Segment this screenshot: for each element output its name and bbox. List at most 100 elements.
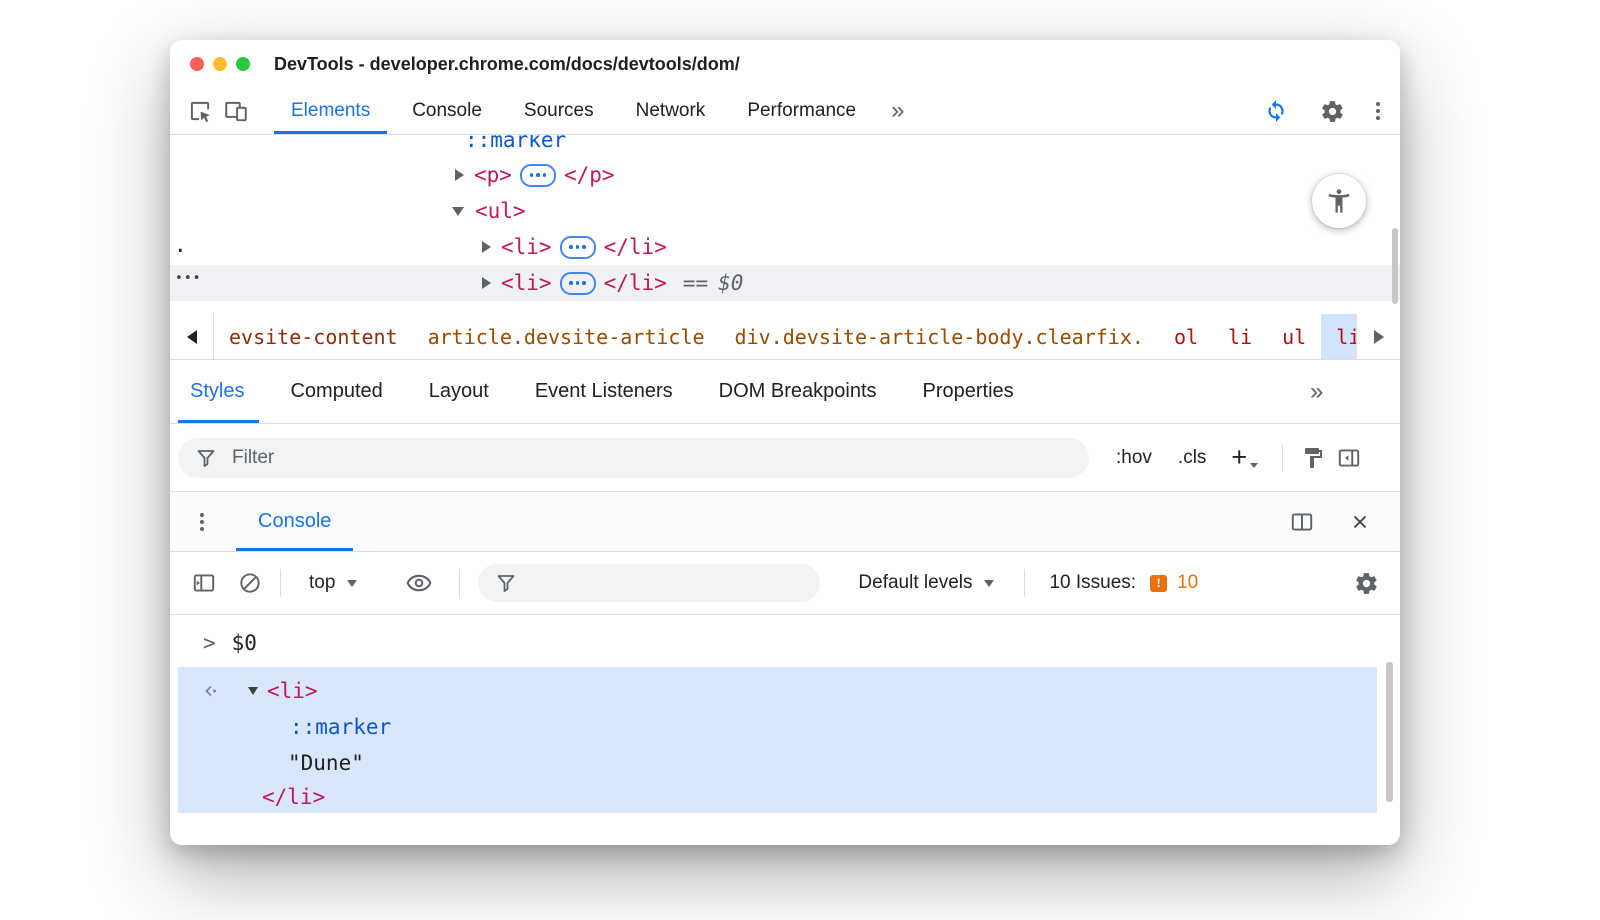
show-console-sidebar-button[interactable] bbox=[186, 565, 222, 601]
settings-button[interactable] bbox=[1314, 94, 1350, 128]
rendering-emulation-button[interactable] bbox=[1295, 440, 1331, 476]
scroll-left-icon bbox=[187, 330, 197, 344]
tab-console-drawer[interactable]: Console bbox=[258, 492, 331, 551]
text-node-value: "Dune" bbox=[288, 751, 364, 775]
toggle-screencast-button[interactable] bbox=[1258, 94, 1294, 128]
divider bbox=[459, 569, 460, 597]
console-filter-field[interactable] bbox=[478, 564, 820, 602]
tab-computed[interactable]: Computed bbox=[267, 360, 405, 423]
log-levels-label: Default levels bbox=[858, 572, 972, 594]
breadcrumb-item[interactable]: div.devsite-article-body.clearfix. bbox=[720, 314, 1159, 359]
console-settings-button[interactable] bbox=[1348, 565, 1384, 601]
result-row-text[interactable]: "Dune" bbox=[178, 745, 1377, 781]
tree-row-li-1[interactable]: <li> </li> bbox=[170, 229, 1400, 265]
accessibility-widget-button[interactable] bbox=[1312, 174, 1366, 228]
elements-scrollbar[interactable] bbox=[1392, 228, 1398, 304]
device-toolbar-button[interactable] bbox=[218, 94, 254, 128]
tab-performance[interactable]: Performance bbox=[726, 88, 877, 134]
clear-console-button[interactable] bbox=[232, 565, 268, 601]
tree-row-marker[interactable]: ::marker bbox=[170, 135, 1400, 158]
inline-ellipsis-button[interactable] bbox=[560, 272, 596, 295]
tree-row-ul[interactable]: <ul> bbox=[170, 193, 1400, 229]
inspect-cursor-icon bbox=[187, 98, 213, 124]
console-messages-area: > $0 <li> ::marker "Dune" </ bbox=[170, 615, 1400, 845]
tab-layout[interactable]: Layout bbox=[406, 360, 512, 423]
tab-network[interactable]: Network bbox=[615, 88, 727, 134]
result-row-marker[interactable]: ::marker bbox=[178, 709, 1377, 745]
toggle-sidebar-button[interactable] bbox=[1331, 440, 1367, 476]
device-toolbar-icon bbox=[223, 98, 249, 124]
breadcrumb-item-selected[interactable]: li bbox=[1321, 314, 1356, 359]
fullscreen-window-button[interactable] bbox=[236, 57, 250, 71]
styles-filter-bar: :hov .cls + bbox=[170, 424, 1400, 492]
expand-arrow-icon[interactable] bbox=[482, 277, 491, 289]
minimize-window-button[interactable] bbox=[213, 57, 227, 71]
result-row-li-open[interactable]: <li> bbox=[178, 673, 1377, 709]
main-menu-kebab-icon[interactable] bbox=[1376, 109, 1380, 113]
collapse-arrow-icon[interactable] bbox=[248, 687, 258, 695]
tab-event-listeners[interactable]: Event Listeners bbox=[512, 360, 696, 423]
scroll-right-icon bbox=[1374, 330, 1384, 344]
breadcrumb-scroll-left-button[interactable] bbox=[170, 314, 214, 359]
split-panel-icon bbox=[1289, 509, 1315, 535]
gear-icon bbox=[1354, 571, 1379, 596]
drawer-menu-kebab-icon[interactable] bbox=[200, 520, 204, 524]
console-prompt-chevron: > bbox=[203, 631, 216, 655]
li-open-tag: <li> bbox=[501, 235, 552, 259]
paint-roller-icon bbox=[1301, 446, 1325, 470]
tab-styles[interactable]: Styles bbox=[170, 360, 267, 423]
filter-funnel-icon bbox=[194, 446, 218, 470]
expand-arrow-icon[interactable] bbox=[482, 241, 491, 253]
context-label: top bbox=[309, 572, 335, 594]
elements-tree-panel: ::marker <p> </p> <ul> <li> </li> <li> <… bbox=[170, 135, 1400, 314]
console-filter-input[interactable] bbox=[518, 571, 804, 595]
tab-properties[interactable]: Properties bbox=[900, 360, 1037, 423]
console-sidebar-icon bbox=[191, 570, 217, 596]
tab-sources[interactable]: Sources bbox=[503, 88, 615, 134]
log-levels-dropdown[interactable]: Default levels bbox=[840, 572, 1012, 594]
chevron-down-icon bbox=[347, 580, 357, 587]
tab-dom-breakpoints[interactable]: DOM Breakpoints bbox=[696, 360, 900, 423]
drawer-header-controls bbox=[1284, 492, 1400, 551]
breadcrumb-item[interactable]: ul bbox=[1267, 314, 1321, 359]
breadcrumb-bar: evsite-content article.devsite-article d… bbox=[170, 314, 1400, 360]
more-panels-button[interactable]: » bbox=[877, 97, 918, 125]
styles-filter-input[interactable] bbox=[230, 446, 1073, 470]
collapse-arrow-icon[interactable] bbox=[452, 207, 464, 216]
console-context-selector[interactable]: top bbox=[293, 572, 373, 594]
console-scrollbar[interactable] bbox=[1386, 662, 1393, 802]
p-open-tag: <p> bbox=[474, 163, 512, 187]
breadcrumb-item[interactable]: ol bbox=[1159, 314, 1213, 359]
console-history-entry[interactable]: > $0 bbox=[203, 625, 257, 661]
breadcrumb-list: evsite-content article.devsite-article d… bbox=[214, 314, 1356, 359]
split-panel-button[interactable] bbox=[1284, 504, 1320, 540]
breadcrumb-item[interactable]: li bbox=[1213, 314, 1267, 359]
styles-panel-tabs: Styles Computed Layout Event Listeners D… bbox=[170, 360, 1400, 424]
marker-pseudo-node[interactable]: ::marker bbox=[465, 135, 566, 152]
issues-counter-button[interactable]: 10 Issues: ! 10 bbox=[1037, 572, 1210, 594]
tab-elements[interactable]: Elements bbox=[270, 88, 391, 134]
close-window-button[interactable] bbox=[190, 57, 204, 71]
inline-ellipsis-button[interactable] bbox=[560, 236, 596, 259]
breadcrumb-item[interactable]: article.devsite-article bbox=[413, 314, 720, 359]
devtools-window: DevTools - developer.chrome.com/docs/dev… bbox=[170, 40, 1400, 845]
close-drawer-button[interactable] bbox=[1342, 504, 1378, 540]
inline-ellipsis-button[interactable] bbox=[520, 164, 556, 187]
expand-arrow-icon[interactable] bbox=[455, 169, 464, 181]
breadcrumb-item[interactable]: evsite-content bbox=[214, 314, 413, 359]
tab-console[interactable]: Console bbox=[391, 88, 503, 134]
tree-row-p[interactable]: <p> </p> bbox=[170, 157, 1400, 193]
console-result-block[interactable]: <li> ::marker "Dune" </li> bbox=[178, 667, 1377, 813]
inspect-element-button[interactable] bbox=[182, 94, 218, 128]
filter-funnel-icon bbox=[494, 571, 518, 595]
breadcrumb-scroll-right-button[interactable] bbox=[1356, 314, 1400, 359]
new-style-rule-button[interactable]: + bbox=[1219, 442, 1270, 473]
create-live-expression-button[interactable] bbox=[401, 565, 437, 601]
result-row-li-close[interactable]: </li> bbox=[178, 779, 1377, 815]
more-style-tabs-button[interactable]: » bbox=[1310, 360, 1323, 423]
tree-row-li-selected[interactable]: <li> </li> ==$0 bbox=[170, 265, 1400, 301]
chevron-down-icon bbox=[1250, 463, 1258, 468]
element-classes-button[interactable]: .cls bbox=[1165, 447, 1220, 469]
styles-filter-field[interactable] bbox=[178, 438, 1089, 478]
toggle-element-state-button[interactable]: :hov bbox=[1103, 447, 1165, 469]
